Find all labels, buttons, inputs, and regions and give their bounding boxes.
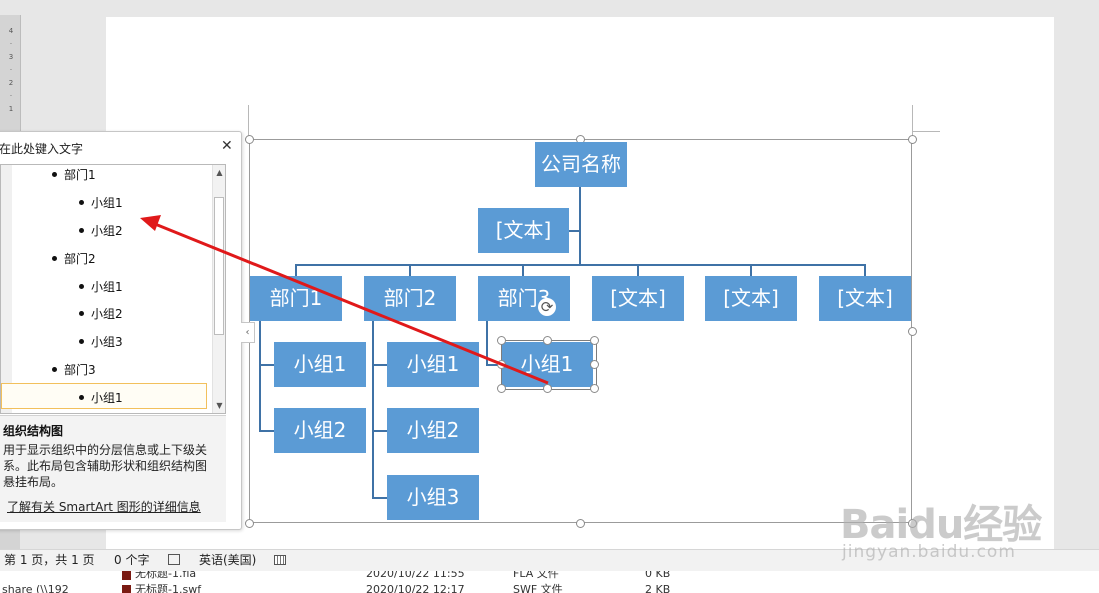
page-count[interactable]: 第 1 页，共 1 页 [4, 550, 95, 570]
file-date: 2020/10/22 11:55 [366, 571, 465, 580]
file-name: 无标题-1.fla [135, 571, 197, 580]
baidu-watermark: Baidu经验 jingyan.baidu.com [840, 470, 1090, 570]
network-share-label[interactable]: share (\\192 [2, 584, 69, 593]
file-type: SWF 文件 [513, 583, 563, 593]
file-type: FLA 文件 [513, 571, 559, 580]
file-date: 2020/10/22 12:17 [366, 583, 465, 593]
annotation-arrow-head [140, 215, 161, 231]
file-row[interactable]: share (\\192 无标题-1.swf 2020/10/22 12:17 … [0, 584, 1099, 593]
word-count[interactable]: 0 个字 [114, 550, 149, 570]
layout-icon[interactable] [274, 555, 286, 565]
swf-file-icon [122, 584, 131, 593]
file-name: 无标题-1.swf [135, 583, 202, 593]
file-row[interactable]: 无标题-1.fla 2020/10/22 11:55 FLA 文件 0 KB [0, 571, 1099, 582]
watermark-url: jingyan.baidu.com [842, 542, 1016, 562]
language-indicator[interactable]: 英语(美国) [199, 550, 256, 570]
annotation-arrow-line [154, 222, 549, 385]
proofing-icon[interactable] [168, 554, 180, 565]
file-explorer-behind: 无标题-1.fla 2020/10/22 11:55 FLA 文件 0 KB s… [0, 571, 1099, 593]
file-size: 2 KB [645, 583, 671, 593]
file-size: 0 KB [645, 571, 671, 580]
fla-file-icon [122, 571, 131, 580]
